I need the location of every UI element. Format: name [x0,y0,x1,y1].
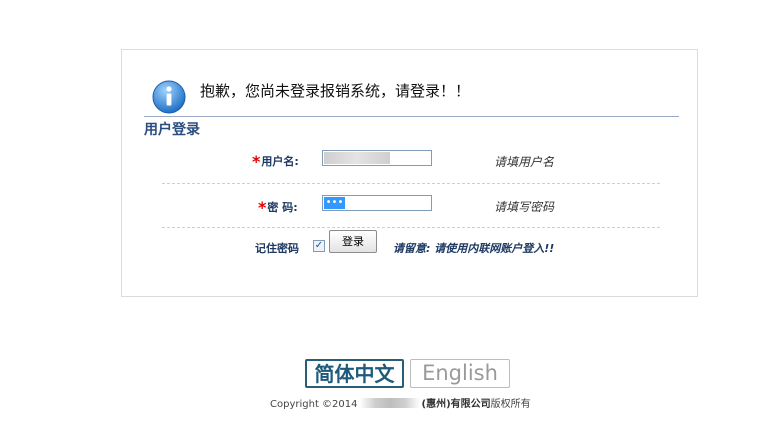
section-divider [144,116,679,117]
username-value-redacted [324,152,390,164]
remember-password-checkbox[interactable]: ✓ [313,240,325,252]
copyright-prefix: Copyright ©2014 [270,399,358,410]
lang-simplified-chinese-button[interactable]: 简体中文 [305,359,404,388]
rights-text: 版权所有 [490,399,531,410]
company-suffix: (惠州)有限公司 [421,399,491,410]
required-mark: * [258,198,267,217]
remember-password-label: 记住密码 [255,242,299,255]
copyright: Copyright ©2014 (惠州)有限公司版权所有 [270,395,531,410]
username-label: *用户名: [252,152,299,171]
required-mark: * [252,152,261,171]
row-divider [162,227,660,228]
login-required-message: 抱歉，您尚未登录报销系统，请登录！！ [200,82,471,100]
password-input[interactable]: ••• [322,195,432,211]
password-label: *密 码: [258,198,298,217]
password-hint: 请填写密码 [494,200,555,214]
username-input[interactable] [322,150,432,166]
info-icon [152,80,186,114]
attention-note: 请留意: 请使用内联网账户登入!! [393,242,555,255]
company-name-redacted [359,398,420,408]
username-hint: 请填用户名 [494,155,555,169]
lang-english-button[interactable]: English [410,359,510,388]
login-button[interactable]: 登录 [329,230,377,253]
password-value: ••• [324,197,345,209]
row-divider [162,183,660,184]
password-label-text: 密 码: [267,201,298,214]
section-title: 用户登录 [144,122,200,138]
login-panel: 抱歉，您尚未登录报销系统，请登录！！ 用户登录 *用户名: 请填用户名 *密 码… [121,49,698,297]
username-label-text: 用户名: [261,155,299,168]
